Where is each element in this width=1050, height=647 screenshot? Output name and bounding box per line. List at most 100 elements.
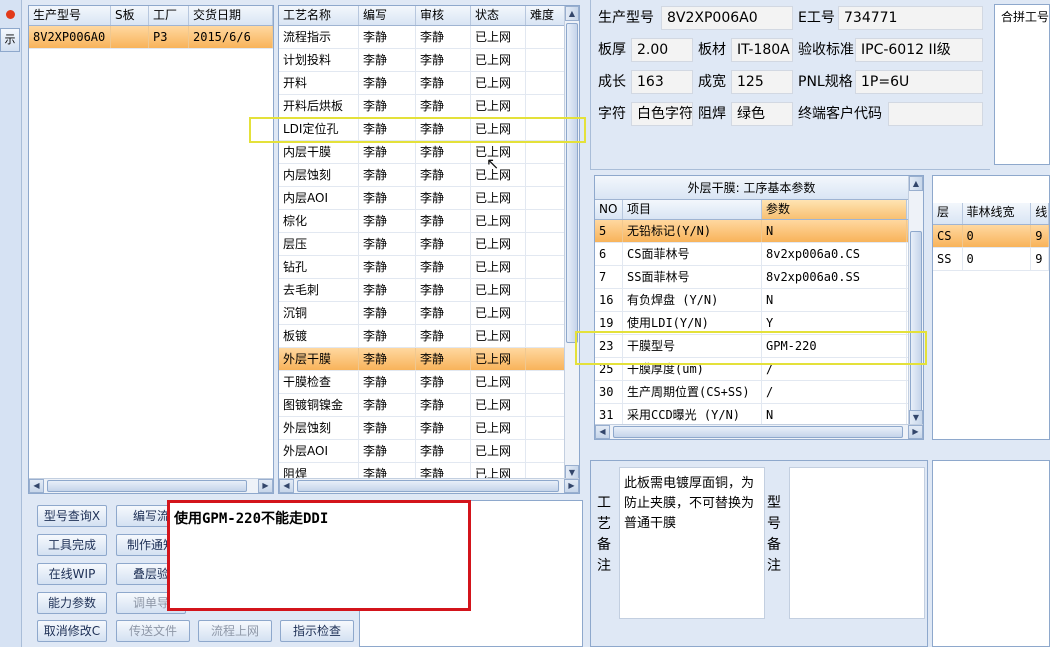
cell: 李静 <box>359 141 416 163</box>
note-popup: 使用GPM-220不能走DDI <box>167 500 471 611</box>
cell <box>526 325 566 347</box>
cell: 李静 <box>359 302 416 324</box>
param-grid-hscroll[interactable]: ◀ ▶ <box>595 424 923 439</box>
process-grid-hscroll[interactable]: ◀ ▶ <box>279 478 579 493</box>
cell: 去毛刺 <box>279 279 359 301</box>
scroll-left-icon[interactable]: ◀ <box>29 479 44 493</box>
standard-field[interactable]: IPC-6012 II级 <box>855 38 983 62</box>
col-header-status[interactable]: 状态 <box>471 6 526 25</box>
process-remark-text: 此板需电镀厚面铜，为防止夹膜，不可替换为普通干膜 <box>624 476 755 531</box>
scroll-down-icon[interactable]: ▼ <box>909 410 923 425</box>
col-header-model[interactable]: 生产型号 <box>29 6 111 25</box>
process-row[interactable]: 棕化 李静 李静 已上网 <box>279 210 579 233</box>
cell <box>526 371 566 393</box>
process-row[interactable]: 去毛刺 李静 李静 已上网 <box>279 279 579 302</box>
scroll-right-icon[interactable]: ▶ <box>258 479 273 493</box>
scroll-up-icon[interactable]: ▲ <box>565 6 579 21</box>
scroll-right-icon[interactable]: ▶ <box>908 425 923 439</box>
param-grid-vscroll[interactable]: ▲ ▼ <box>908 176 923 425</box>
indicate-side-button[interactable]: 示 <box>0 28 20 52</box>
process-row[interactable]: 外层蚀刻 李静 李静 已上网 <box>279 417 579 440</box>
model-remark-box[interactable] <box>789 467 925 619</box>
char-field[interactable]: 白色字符 <box>631 102 693 126</box>
col-header-difficulty[interactable]: 难度 <box>526 6 566 25</box>
layer-row[interactable]: SS 0 9 <box>933 248 1049 271</box>
scroll-left-icon[interactable]: ◀ <box>279 479 294 493</box>
col-header-layer[interactable]: 层 <box>933 203 963 224</box>
process-row[interactable]: 板镀 李静 李静 已上网 <box>279 325 579 348</box>
process-row[interactable]: 外层干膜 李静 李静 已上网 <box>279 348 579 371</box>
customer-field[interactable] <box>888 102 983 126</box>
scroll-up-icon[interactable]: ▲ <box>909 176 923 191</box>
thickness-field[interactable]: 2.00 <box>631 38 693 62</box>
order-grid-hscroll[interactable]: ◀ ▶ <box>29 478 273 493</box>
param-row[interactable]: 30 生产周期位置(CS+SS) / <box>595 381 908 404</box>
process-row[interactable]: 计划投料 李静 李静 已上网 <box>279 49 579 72</box>
cell: 9 <box>1031 248 1049 270</box>
process-row[interactable]: 开料 李静 李静 已上网 <box>279 72 579 95</box>
col-header-factory[interactable]: 工厂 <box>149 6 189 25</box>
process-row[interactable]: 层压 李静 李静 已上网 <box>279 233 579 256</box>
scroll-thumb[interactable] <box>47 480 247 492</box>
layer-row[interactable]: CS 0 9 <box>933 225 1049 248</box>
scroll-thumb[interactable] <box>613 426 903 438</box>
width-field[interactable]: 125 <box>731 70 793 94</box>
process-row[interactable]: 开料后烘板 李静 李静 已上网 <box>279 95 579 118</box>
cell: 内层蚀刻 <box>279 164 359 186</box>
col-header-line-width[interactable]: 菲林线宽 <box>963 203 1032 224</box>
indicate-check-button[interactable]: 指示检查 <box>280 620 354 642</box>
cell: 李静 <box>359 371 416 393</box>
scroll-thumb[interactable] <box>910 231 922 421</box>
process-row[interactable]: 干膜检查 李静 李静 已上网 <box>279 371 579 394</box>
col-header-reviewer[interactable]: 审核 <box>416 6 471 25</box>
col-header-s-board[interactable]: S板 <box>111 6 149 25</box>
process-grid-vscroll[interactable]: ▲ ▼ <box>564 6 579 480</box>
process-row[interactable]: 内层干膜 李静 李静 已上网 <box>279 141 579 164</box>
online-wip-button[interactable]: 在线WIP <box>37 563 107 585</box>
mask-field[interactable]: 绿色 <box>731 102 793 126</box>
col-header-no[interactable]: NO <box>595 200 623 219</box>
param-row[interactable]: 7 SS面菲林号 8v2xp006a0.SS <box>595 266 908 289</box>
flow-online-button[interactable]: 流程上网 <box>198 620 272 642</box>
scroll-left-icon[interactable]: ◀ <box>595 425 610 439</box>
cell: 外层蚀刻 <box>279 417 359 439</box>
col-header-line[interactable]: 线 <box>1031 203 1049 224</box>
cell <box>526 95 566 117</box>
col-header-item[interactable]: 项目 <box>623 200 762 219</box>
param-row[interactable]: 16 有负焊盘 (Y/N) N <box>595 289 908 312</box>
process-row[interactable]: 钻孔 李静 李静 已上网 <box>279 256 579 279</box>
cell: 已上网 <box>471 371 526 393</box>
cell: 已上网 <box>471 440 526 462</box>
param-row[interactable]: 5 无铅标记(Y/N) N <box>595 220 908 243</box>
cell: 0 <box>963 248 1032 270</box>
material-field[interactable]: IT-180A <box>731 38 793 62</box>
cancel-edit-button[interactable]: 取消修改C <box>37 620 107 642</box>
send-file-button[interactable]: 传送文件 <box>116 620 190 642</box>
eng-field[interactable]: 734771 <box>838 6 983 30</box>
process-remark-box[interactable]: 此板需电镀厚面铜，为防止夹膜，不可替换为普通干膜 <box>619 467 765 619</box>
col-header-delivery-date[interactable]: 交货日期 <box>189 6 273 25</box>
cell <box>526 49 566 71</box>
process-row[interactable]: 内层AOI 李静 李静 已上网 <box>279 187 579 210</box>
cell: 李静 <box>416 348 471 370</box>
model-query-button[interactable]: 型号查询X <box>37 505 107 527</box>
capability-button[interactable]: 能力参数 <box>37 592 107 614</box>
col-header-writer[interactable]: 编写 <box>359 6 416 25</box>
col-header-param[interactable]: 参数 <box>762 200 907 219</box>
model-field[interactable]: 8V2XP006A0 <box>661 6 793 30</box>
pnl-field[interactable]: 1P=6U <box>855 70 983 94</box>
tool-done-button[interactable]: 工具完成 <box>37 534 107 556</box>
order-row[interactable]: 8V2XP006A0 P3 2015/6/6 <box>29 26 273 49</box>
process-row[interactable]: 沉铜 李静 李静 已上网 <box>279 302 579 325</box>
process-row[interactable]: 内层蚀刻 李静 李静 已上网 <box>279 164 579 187</box>
scroll-right-icon[interactable]: ▶ <box>564 479 579 493</box>
process-row[interactable]: 外层AOI 李静 李静 已上网 <box>279 440 579 463</box>
process-row[interactable]: 图镀铜镍金 李静 李静 已上网 <box>279 394 579 417</box>
cell: 外层干膜 <box>279 348 359 370</box>
scroll-thumb[interactable] <box>566 23 578 343</box>
param-row[interactable]: 6 CS面菲林号 8v2xp006a0.CS <box>595 243 908 266</box>
length-field[interactable]: 163 <box>631 70 693 94</box>
process-row[interactable]: 流程指示 李静 李静 已上网 <box>279 26 579 49</box>
col-header-process-name[interactable]: 工艺名称 <box>279 6 359 25</box>
scroll-thumb[interactable] <box>297 480 559 492</box>
